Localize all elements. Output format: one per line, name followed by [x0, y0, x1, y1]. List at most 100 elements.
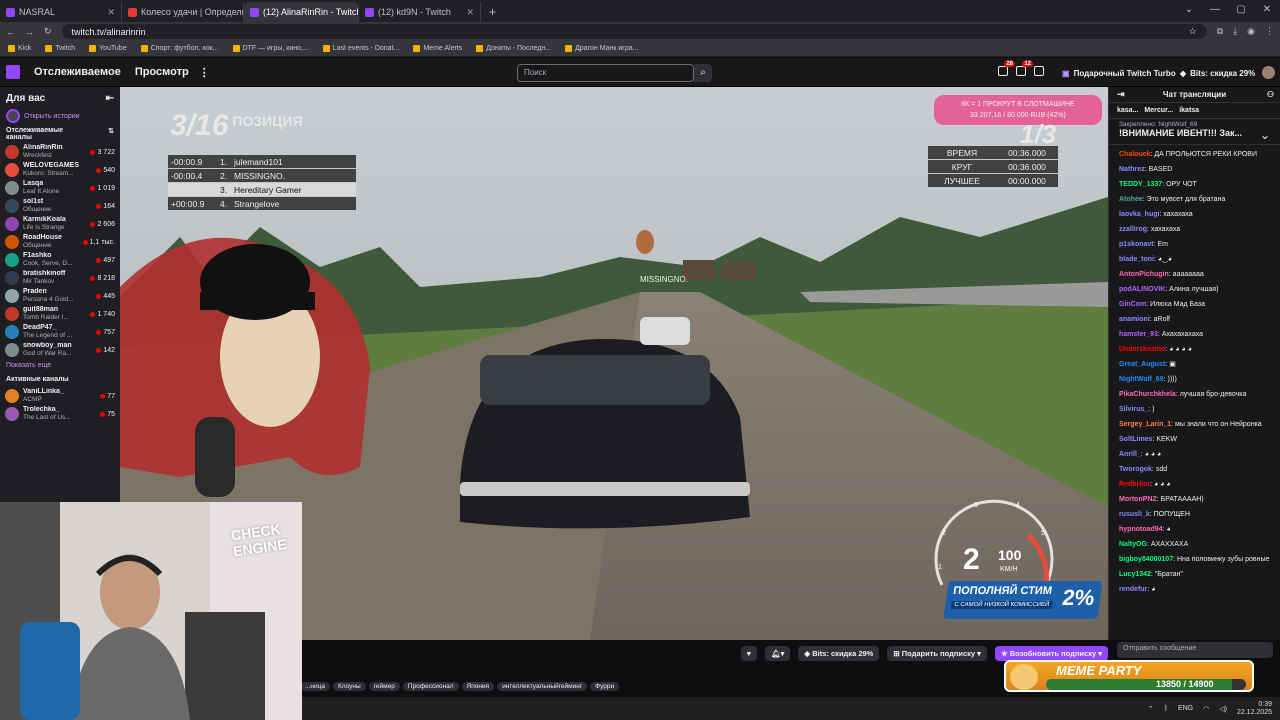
- stream-tag[interactable]: ...ница: [300, 682, 330, 691]
- channel-row[interactable]: sol1st Общение 164: [0, 197, 120, 215]
- users-icon[interactable]: ⚇: [1267, 90, 1274, 99]
- bits-sale-button[interactable]: ◆ Bits: скидка 29%: [798, 646, 880, 661]
- bookmark[interactable]: DTF — игры, кино,...: [232, 45, 309, 52]
- search-icon[interactable]: ⌕: [694, 64, 712, 82]
- chat-username[interactable]: bigboy84000107: [1119, 556, 1173, 563]
- chat-username[interactable]: NaltyOG: [1119, 541, 1147, 548]
- download-icon[interactable]: ⤓: [1233, 26, 1237, 37]
- bluetooth-icon[interactable]: ᛒ: [1164, 705, 1168, 712]
- gifter[interactable]: Mercur...: [1144, 107, 1173, 114]
- forward-icon[interactable]: →: [25, 27, 34, 37]
- bookmark[interactable]: Meme Alerts: [413, 45, 462, 52]
- channel-row[interactable]: snowboy_man God of War Ra... 142: [0, 341, 120, 359]
- bookmark[interactable]: Twitch: [45, 45, 75, 52]
- chat-username[interactable]: blade_toni: [1119, 256, 1154, 263]
- whispers-icon[interactable]: [1034, 66, 1044, 76]
- channel-row[interactable]: Praden Persona 4 Gold... 445: [0, 287, 120, 305]
- stream-tag[interactable]: Профессионал: [402, 682, 459, 691]
- menu-icon[interactable]: ⋮: [1265, 26, 1274, 37]
- stream-tag[interactable]: Клоуны: [332, 682, 366, 691]
- chat-username[interactable]: Silvirus_: [1119, 406, 1148, 413]
- clock[interactable]: 0:39 22.12.2025: [1237, 701, 1272, 717]
- collapse-icon[interactable]: ⇤: [106, 93, 114, 104]
- inbox-icon[interactable]: 28: [998, 61, 1015, 76]
- chevron-down-icon[interactable]: ⌄: [1176, 0, 1202, 20]
- notifications-icon[interactable]: 12: [1016, 61, 1033, 76]
- maximize-icon[interactable]: ▢: [1228, 0, 1254, 20]
- channel-row[interactable]: bratishkinoff Mir Tankov 8 218: [0, 269, 120, 287]
- browser-tab[interactable]: (12) kd9N - Twitch ✕: [359, 2, 481, 22]
- chat-input[interactable]: Отправить сообщение: [1117, 642, 1273, 658]
- channel-row[interactable]: guit88man Tomb Raider I... 1 740: [0, 305, 120, 323]
- search-input[interactable]: Поиск: [517, 64, 694, 82]
- collapse-chat-icon[interactable]: ⇥: [1117, 89, 1125, 100]
- twitch-logo-icon[interactable]: [6, 65, 20, 79]
- nav-browse[interactable]: Просмотр: [135, 66, 189, 78]
- chat-username[interactable]: NightWolf_69: [1119, 376, 1164, 383]
- bookmark[interactable]: Kick: [8, 45, 31, 52]
- gifter[interactable]: kasa...: [1117, 107, 1138, 114]
- chat-username[interactable]: Chalouek: [1119, 151, 1151, 158]
- channel-row[interactable]: F1ashko Cook, Serve, D... 497: [0, 251, 120, 269]
- sort-icon[interactable]: ⇅: [108, 127, 114, 141]
- channel-row[interactable]: KarmikKoala Life is Strange 2 606: [0, 215, 120, 233]
- more-icon[interactable]: ⋮: [199, 66, 210, 79]
- chat-username[interactable]: SoltLimes: [1119, 436, 1152, 443]
- chevron-up-icon[interactable]: ⌃: [1148, 705, 1154, 713]
- chat-username[interactable]: podALINOVIK: [1119, 286, 1165, 293]
- channel-row[interactable]: RoadHouse Общение 1,1 тыс.: [0, 233, 120, 251]
- resubscribe-button[interactable]: ★ Возобновить подписку ▾: [994, 646, 1108, 661]
- close-icon[interactable]: ✕: [107, 7, 115, 18]
- follow-heart-icon[interactable]: ♥: [740, 646, 758, 661]
- chat-username[interactable]: Great_August: [1119, 361, 1165, 368]
- chat-username[interactable]: p1skonavt: [1119, 241, 1154, 248]
- reload-icon[interactable]: ↻: [44, 26, 52, 37]
- bits-button[interactable]: ◆ Bits: скидка 29%: [1180, 66, 1255, 80]
- channel-row[interactable]: DeadP47_ The Legend of ... 757: [0, 323, 120, 341]
- avatar[interactable]: [1262, 66, 1275, 79]
- chat-username[interactable]: MortonPNZ: [1119, 496, 1157, 503]
- chat-username[interactable]: Sergey_Larin_1: [1119, 421, 1171, 428]
- channel-row[interactable]: Trolechka_ The Last of Us... 75: [0, 405, 120, 423]
- browser-tab-active[interactable]: (12) AlinaRinRin - Twitch✕: [244, 2, 359, 22]
- bookmark[interactable]: YouTube: [89, 45, 127, 52]
- star-icon[interactable]: ☆: [1189, 26, 1197, 37]
- chat-username[interactable]: zzallirog: [1119, 226, 1147, 233]
- gift-sub-button[interactable]: ⊞ Подарить подписку ▾: [887, 646, 987, 661]
- chat-username[interactable]: Lucy1342: [1119, 571, 1151, 578]
- chat-username[interactable]: PikaChurchkhela: [1119, 391, 1176, 398]
- chat-username[interactable]: Redbrilor: [1119, 481, 1150, 488]
- chat-username[interactable]: rendefur: [1119, 586, 1147, 593]
- chat-username[interactable]: hypnotoad94: [1119, 526, 1163, 533]
- browser-tab[interactable]: Колесо удачи | Определите п✕: [122, 2, 244, 22]
- chevron-down-icon[interactable]: ⌄: [1260, 128, 1270, 142]
- bookmark[interactable]: Донаты - Последн...: [476, 45, 551, 52]
- chat-username[interactable]: hamster_93: [1119, 331, 1158, 338]
- browser-tab[interactable]: NASRAL ✕: [0, 2, 122, 22]
- chat-username[interactable]: AntonPichugin: [1119, 271, 1169, 278]
- chat-username[interactable]: Nathrez: [1119, 166, 1145, 173]
- show-more-link[interactable]: Показать еще: [0, 359, 120, 372]
- gifter[interactable]: ikatsa: [1179, 107, 1199, 114]
- new-tab-button[interactable]: +: [481, 2, 504, 22]
- stream-tag[interactable]: Фурри: [590, 682, 620, 691]
- turbo-button[interactable]: ▣ Подарочный Twitch Turbo: [1062, 66, 1176, 80]
- bookmark[interactable]: Last events - Donat...: [322, 45, 399, 52]
- chat-username[interactable]: laovka_hugi: [1119, 211, 1159, 218]
- notification-bell-icon[interactable]: 🔔︎▾: [765, 646, 791, 661]
- stream-tag[interactable]: геймер: [368, 682, 400, 691]
- stream-tag[interactable]: интеллектуальныйгейминг: [497, 682, 588, 691]
- language-indicator[interactable]: ENG: [1178, 705, 1193, 712]
- channel-row[interactable]: AlinaRinRin Wreckfest 3 722: [0, 143, 120, 161]
- pinned-message[interactable]: Закреплено: NightWolf_69 !ВНИМАНИЕ ИВЕНТ…: [1109, 119, 1280, 145]
- stories-link[interactable]: Открыть истории: [24, 113, 80, 120]
- chat-username[interactable]: Tworogok: [1119, 466, 1152, 473]
- url-field[interactable]: twitch.tv/alinarinrin ☆: [61, 24, 1207, 39]
- chat-username[interactable]: anamioni: [1119, 316, 1150, 323]
- channel-row[interactable]: WELOVEGAMES Kukoro: Stream... 540: [0, 161, 120, 179]
- chat-username[interactable]: rususli_k: [1119, 511, 1150, 518]
- nav-following[interactable]: Отслеживаемое: [34, 66, 121, 78]
- close-icon[interactable]: ✕: [466, 7, 474, 18]
- bookmark[interactable]: Драгон Манк игра...: [565, 45, 638, 52]
- close-icon[interactable]: ✕: [1254, 0, 1280, 20]
